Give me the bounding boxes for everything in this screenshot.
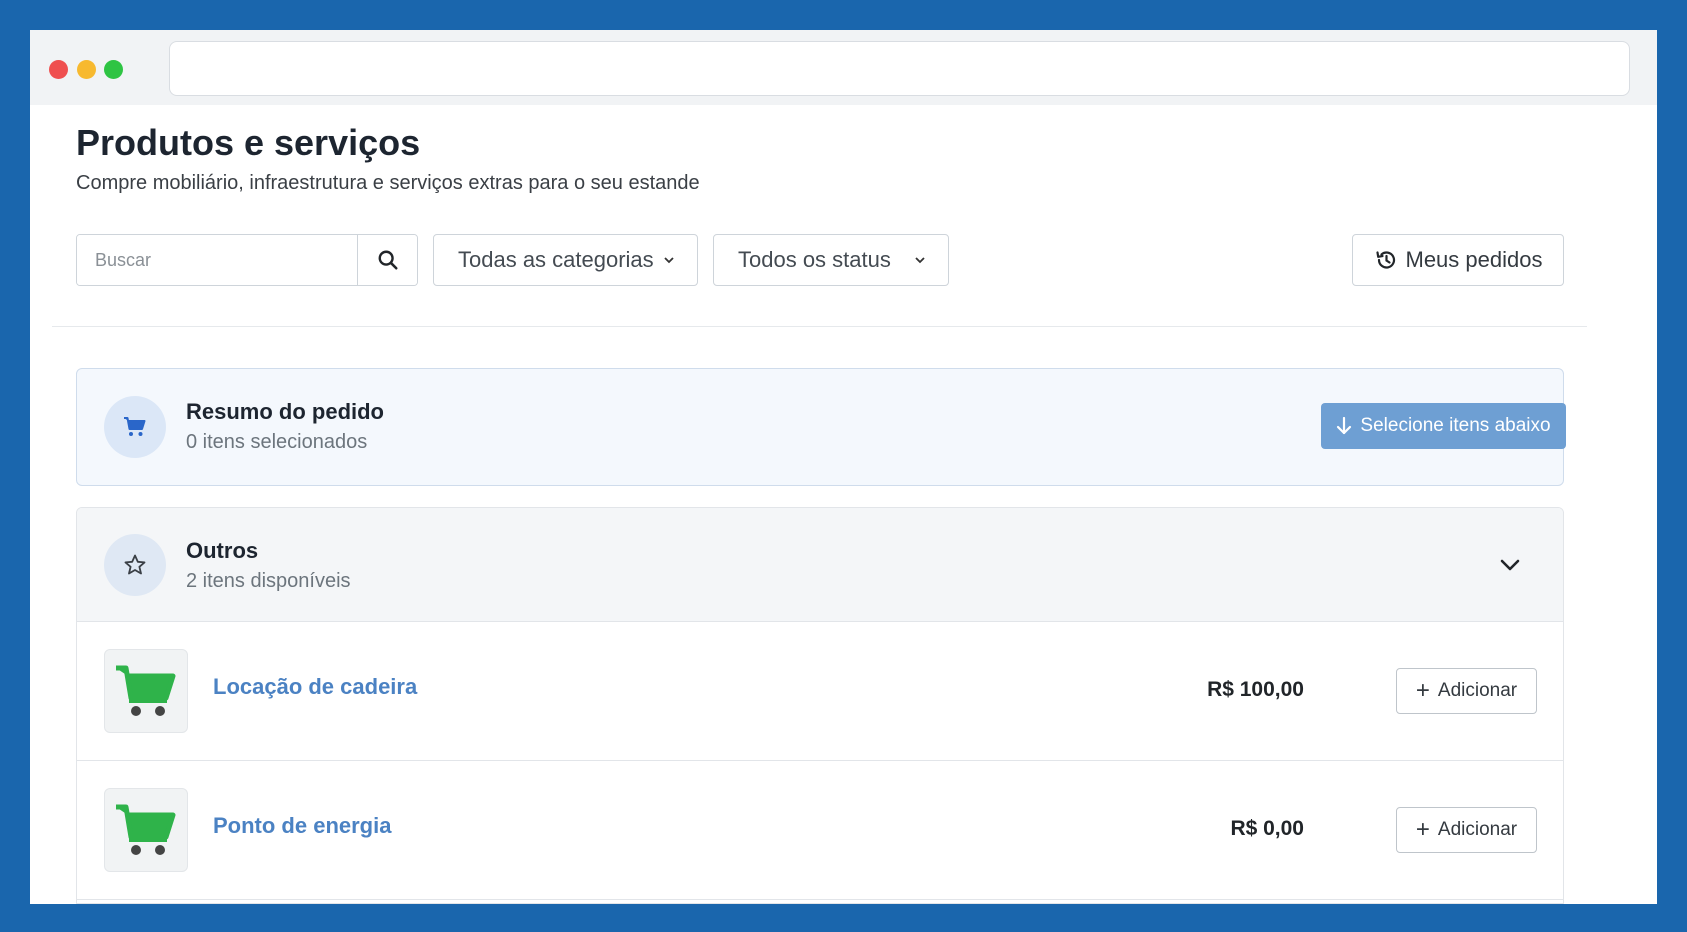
add-to-order-button[interactable]: + Adicionar [1396, 807, 1537, 853]
browser-chrome [30, 30, 1657, 105]
search-button[interactable] [357, 235, 417, 285]
select-items-button[interactable]: Selecione itens abaixo [1321, 403, 1566, 449]
category-count: 2 itens disponíveis [186, 570, 351, 592]
product-row: Ponto de energia R$ 0,00 + Adicionar [77, 761, 1563, 900]
plus-icon: + [1415, 816, 1430, 843]
chevron-down-icon [915, 257, 925, 264]
category-header[interactable]: Outros 2 itens disponíveis [77, 508, 1563, 622]
category-select-value: Todas as categorias [458, 247, 654, 272]
history-icon [1375, 251, 1395, 269]
minimize-window-dot[interactable] [77, 60, 96, 79]
chevron-down-icon [664, 257, 674, 264]
order-summary-card: Resumo do pedido 0 itens selecionados Se… [76, 368, 1566, 486]
product-name[interactable]: Ponto de energia [213, 813, 391, 839]
section-divider [52, 326, 1587, 327]
summary-icon-badge [104, 396, 166, 458]
search-icon [378, 250, 398, 270]
page-content: Produtos e serviços Compre mobiliário, i… [30, 105, 1657, 904]
browser-window: Produtos e serviços Compre mobiliário, i… [30, 30, 1657, 904]
chevron-down-icon [1500, 559, 1520, 571]
add-to-order-button[interactable]: + Adicionar [1396, 668, 1537, 714]
summary-title: Resumo do pedido [186, 399, 384, 424]
page-title: Produtos e serviços [76, 122, 421, 163]
category-section-outros: Outros 2 itens disponíveis Locação de ca… [76, 507, 1564, 904]
select-items-label: Selecione itens abaixo [1360, 415, 1551, 436]
close-window-dot[interactable] [49, 60, 68, 79]
category-title: Outros [186, 538, 259, 563]
collapse-toggle[interactable] [1497, 552, 1523, 578]
cart-icon [116, 665, 176, 716]
arrow-down-icon [1337, 417, 1352, 435]
search-group [76, 234, 418, 286]
product-row: Locação de cadeira R$ 100,00 + Adicionar [77, 622, 1563, 761]
add-label: Adicionar [1437, 819, 1518, 840]
address-bar[interactable] [169, 41, 1630, 96]
status-select-value: Todos os status [738, 247, 891, 272]
product-thumbnail [104, 649, 188, 733]
plus-icon: + [1415, 677, 1430, 704]
category-icon-badge [104, 534, 166, 596]
status-select[interactable]: Todos os status [713, 234, 949, 286]
search-input[interactable] [77, 235, 357, 285]
page-subtitle: Compre mobiliário, infraestrutura e serv… [76, 172, 700, 194]
summary-count: 0 itens selecionados [186, 431, 368, 453]
cart-icon [124, 417, 146, 436]
maximize-window-dot[interactable] [104, 60, 123, 79]
product-thumbnail [104, 788, 188, 872]
add-label: Adicionar [1437, 680, 1518, 701]
product-price: R$ 100,00 [1207, 678, 1304, 701]
product-name[interactable]: Locação de cadeira [213, 674, 417, 700]
my-orders-button[interactable]: Meus pedidos [1352, 234, 1564, 286]
cart-icon [116, 804, 176, 855]
star-icon [124, 554, 146, 575]
my-orders-label: Meus pedidos [1405, 247, 1543, 272]
category-select[interactable]: Todas as categorias [433, 234, 698, 286]
product-price: R$ 0,00 [1230, 817, 1304, 840]
